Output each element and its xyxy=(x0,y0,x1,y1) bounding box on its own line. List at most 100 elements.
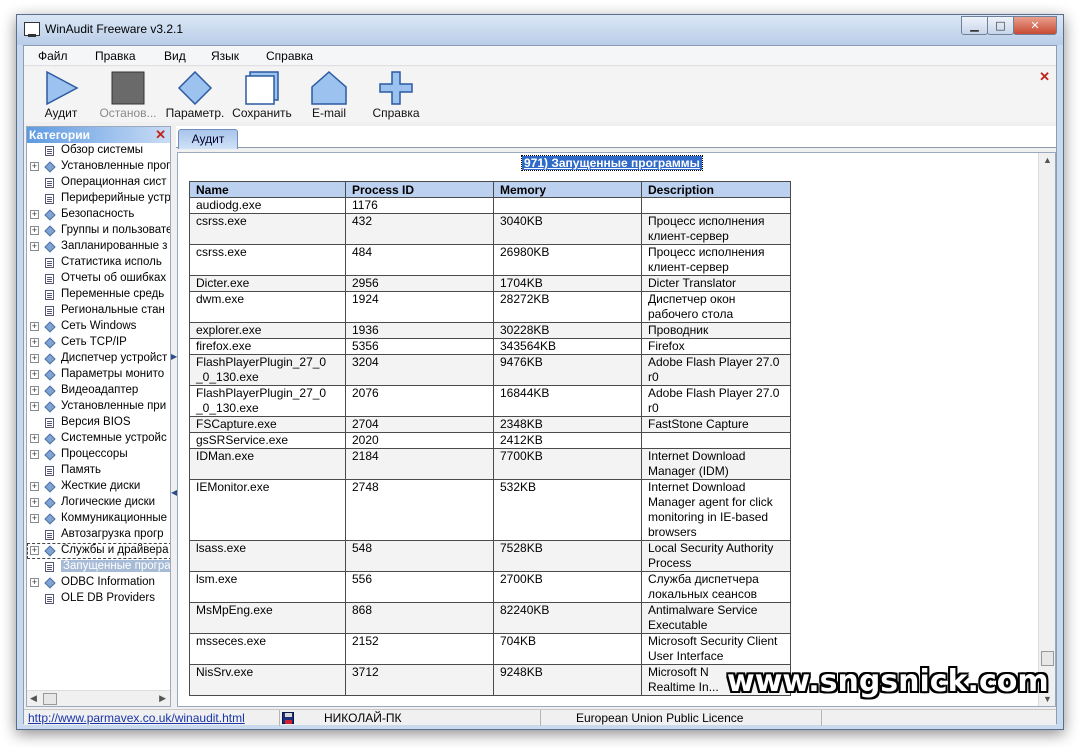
expand-icon[interactable]: + xyxy=(30,242,39,251)
expand-icon[interactable]: + xyxy=(30,482,39,491)
status-bar: http://www.parmavex.co.uk/winaudit.html … xyxy=(24,709,1056,726)
maximize-button[interactable]: □ xyxy=(987,16,1014,35)
app-icon[interactable] xyxy=(24,22,40,37)
expand-icon[interactable]: + xyxy=(30,370,39,379)
tree-item[interactable]: + Процессоры xyxy=(27,447,170,463)
tree-item[interactable]: Запущенные програ xyxy=(27,559,170,575)
tree-item[interactable]: + Диспетчер устройст xyxy=(27,351,170,367)
tree-item[interactable]: + Логические диски xyxy=(27,495,170,511)
expand-icon[interactable]: + xyxy=(30,226,39,235)
table-row: NisSrv.exe 3712 9248KB Microsoft N Realtime… xyxy=(189,664,791,696)
expand-icon[interactable]: + xyxy=(30,162,39,171)
expand-icon[interactable]: + xyxy=(30,402,39,411)
expand-icon[interactable]: + xyxy=(30,338,39,347)
table-row: csrss.exe 484 26980KB Процесс исполнения кл… xyxy=(189,244,791,276)
tree-item[interactable]: + Сеть TCP/IP xyxy=(27,335,170,351)
tree-item[interactable]: + Установленные прог xyxy=(27,159,170,175)
expand-icon[interactable]: + xyxy=(30,546,39,555)
close-window-button[interactable]: ✕ xyxy=(1013,16,1057,35)
scroll-thumb[interactable] xyxy=(43,693,57,705)
tree-item[interactable]: + Жесткие диски xyxy=(27,479,170,495)
table-cell: 548 xyxy=(345,540,494,572)
tree-item-label: Периферийные устр xyxy=(61,192,170,204)
tree-item[interactable]: Операционная сист xyxy=(27,175,170,191)
email-button[interactable]: E-mail xyxy=(295,69,363,121)
tab-audit[interactable]: Аудит xyxy=(178,129,238,149)
diamond-icon xyxy=(44,353,56,365)
tree-item[interactable]: + Установленные при xyxy=(27,399,170,415)
scroll-left-icon[interactable]: ◀ xyxy=(30,693,37,704)
tree-item[interactable]: + Видеоадаптер xyxy=(27,383,170,399)
tree-item[interactable]: Обзор системы xyxy=(27,143,170,159)
expand-icon[interactable]: + xyxy=(30,386,39,395)
expand-icon[interactable]: + xyxy=(30,578,39,587)
save-button[interactable]: Сохранить xyxy=(228,69,296,121)
table-cell: NisSrv.exe xyxy=(189,664,346,696)
tree-item-label: Сеть Windows xyxy=(61,320,137,332)
tree-item[interactable]: + Запланированные з xyxy=(27,239,170,255)
audit-button[interactable]: Аудит xyxy=(27,69,95,121)
table-cell: 2748 xyxy=(345,479,494,541)
minimize-button[interactable]: ▁ xyxy=(961,16,988,35)
table-cell: 532KB xyxy=(493,479,642,541)
table-cell: Antimalware Service Executable xyxy=(641,602,791,634)
menu-help[interactable]: Справка xyxy=(266,49,313,63)
tree-item-label: Статистика исполь xyxy=(61,256,162,268)
report-vscrollbar[interactable]: ▲ ▼ xyxy=(1038,153,1055,706)
categories-hscrollbar[interactable]: ◀ ▶ xyxy=(27,690,170,706)
table-cell: Dicter.exe xyxy=(189,275,346,292)
menu-file[interactable]: Файл xyxy=(38,49,68,63)
table-cell: MsMpEng.exe xyxy=(189,602,346,634)
expand-icon[interactable]: + xyxy=(30,434,39,443)
tree-item[interactable]: + Службы и драйвера xyxy=(27,543,170,559)
tree-item[interactable]: + Системные устройс xyxy=(27,431,170,447)
tree-item[interactable]: + Коммуникационные xyxy=(27,511,170,527)
scroll-right-icon[interactable]: ▶ xyxy=(159,693,166,704)
tree-item-label: Коммуникационные xyxy=(61,512,168,524)
tree-item[interactable]: + Параметры монито xyxy=(27,367,170,383)
homepage-link[interactable]: http://www.parmavex.co.uk/winaudit.html xyxy=(28,711,245,725)
play-icon xyxy=(46,71,79,105)
menu-view[interactable]: Вид xyxy=(164,49,186,63)
scroll-up-icon[interactable]: ▲ xyxy=(1043,155,1052,165)
options-label: Параметр. xyxy=(165,106,225,120)
expand-icon[interactable]: + xyxy=(30,514,39,523)
tree-item[interactable]: Автозагрузка прогр xyxy=(27,527,170,543)
tree-item[interactable]: Периферийные устр xyxy=(27,191,170,207)
tree-item[interactable]: Версия BIOS xyxy=(27,415,170,431)
tree-item[interactable]: Отчеты об ошибках xyxy=(27,271,170,287)
table-row: explorer.exe 1936 30228KB Проводник xyxy=(189,322,791,339)
table-cell: 2020 xyxy=(345,432,494,449)
tree-item[interactable]: + Группы и пользовате xyxy=(27,223,170,239)
expand-icon[interactable]: + xyxy=(30,354,39,363)
expand-icon[interactable]: + xyxy=(30,210,39,219)
table-cell: Диспетчер окон рабочего стола xyxy=(641,291,791,323)
help-button[interactable]: Справка xyxy=(362,69,430,121)
table-cell: Процесс исполнения клиент-сервер xyxy=(641,244,791,276)
tree-item[interactable]: Переменные средь xyxy=(27,287,170,303)
report-title-link[interactable]: 971) Запущенные программы xyxy=(521,155,703,171)
tree-item[interactable]: + Безопасность xyxy=(27,207,170,223)
expand-icon[interactable]: + xyxy=(30,322,39,331)
tree-item-label: Видеоадаптер xyxy=(61,384,139,396)
expand-icon[interactable]: + xyxy=(30,498,39,507)
categories-panel: Категории ✕ Обзор системы + Установленные … xyxy=(26,126,171,707)
menu-edit[interactable]: Правка xyxy=(95,49,136,63)
tree-item[interactable]: OLE DB Providers xyxy=(27,591,170,607)
table-cell: 868 xyxy=(345,602,494,634)
expand-icon[interactable]: + xyxy=(30,450,39,459)
document-icon xyxy=(45,466,54,476)
tree-item[interactable]: + ODBC Information xyxy=(27,575,170,591)
table-cell: Служба диспетчера локальных сеансов xyxy=(641,571,791,603)
title-bar[interactable]: WinAudit Freeware v3.2.1 ▁ □ ✕ xyxy=(17,15,1063,45)
menu-language[interactable]: Язык xyxy=(211,49,239,63)
tree-item[interactable]: Статистика исполь xyxy=(27,255,170,271)
categories-header: Категории ✕ xyxy=(27,127,170,143)
options-button[interactable]: Параметр. xyxy=(161,69,229,121)
tree-item[interactable]: + Сеть Windows xyxy=(27,319,170,335)
stop-button[interactable]: Останов... xyxy=(94,69,162,121)
tree-item[interactable]: Региональные стан xyxy=(27,303,170,319)
close-categories-icon[interactable]: ✕ xyxy=(155,127,166,143)
tree-item[interactable]: Память xyxy=(27,463,170,479)
close-report-icon[interactable]: ✕ xyxy=(1039,69,1050,85)
